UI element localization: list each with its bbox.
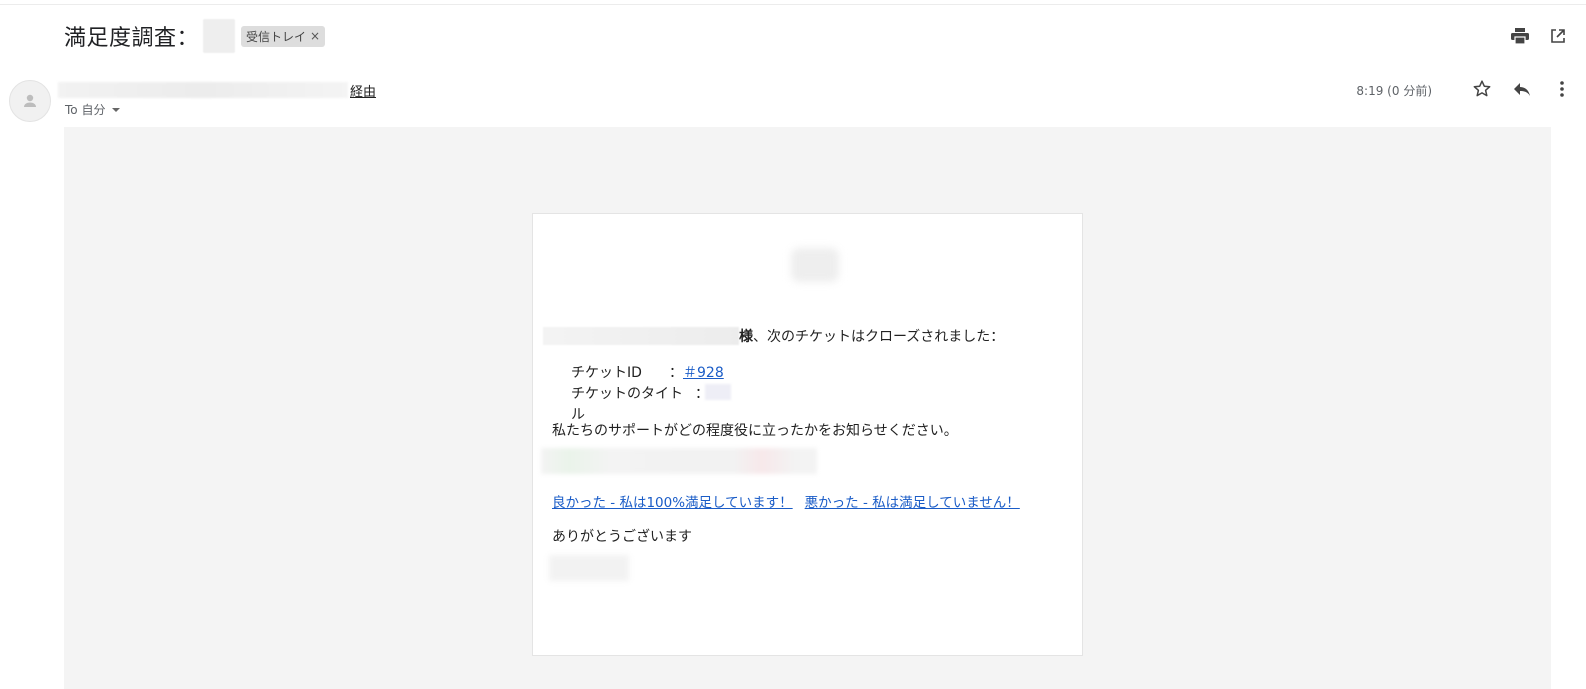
ticket-id-link[interactable]: ＃928	[683, 363, 724, 384]
ticket-id-row: チケットID ： ＃928	[571, 363, 731, 384]
message-actions	[1472, 79, 1572, 99]
print-icon[interactable]	[1510, 26, 1530, 46]
email-timestamp: 8:19 (0 分前)	[1356, 84, 1432, 98]
redacted-subject-text	[203, 19, 236, 53]
recipient-dropdown[interactable]: To 自分	[65, 101, 121, 118]
redacted-logo	[791, 248, 839, 282]
top-divider	[0, 4, 1586, 5]
top-toolbar	[1510, 26, 1568, 46]
greeting-line: 様 、次のチケットはクローズされました：	[543, 326, 1004, 346]
feedback-prompt: 私たちのサポートがどの程度役に立ったかをお知らせください。	[552, 423, 958, 439]
bad-feedback-link[interactable]: 悪かった - 私は満足していません！	[805, 491, 1020, 511]
sender-avatar[interactable]	[9, 80, 51, 122]
open-in-new-window-icon[interactable]	[1548, 26, 1568, 46]
chevron-down-icon	[112, 107, 121, 112]
label-chip-inbox[interactable]: 受信トレイ ×	[241, 25, 326, 47]
email-body: 様 、次のチケットはクローズされました： チケットID ： ＃928 チケットの…	[64, 127, 1551, 689]
label-chip-text: 受信トレイ	[246, 29, 307, 44]
star-icon[interactable]	[1472, 79, 1492, 99]
ticket-id-colon: ：	[669, 365, 683, 381]
redacted-customer-name	[543, 327, 739, 345]
feedback-links: 良かった - 私は100%満足しています！ 悪かった - 私は満足していません！	[552, 491, 1020, 511]
redacted-sender-name	[58, 82, 348, 98]
person-icon	[24, 94, 36, 107]
thanks-text: ありがとうございます	[552, 529, 692, 545]
reply-icon[interactable]	[1512, 79, 1532, 99]
greeting-honorific: 様	[739, 329, 753, 345]
via-link[interactable]: 経由	[350, 81, 376, 100]
remove-label-icon[interactable]: ×	[310, 29, 320, 43]
recipient-text: To 自分	[65, 103, 106, 117]
ticket-id-label: チケットID	[571, 365, 642, 381]
ticket-info: チケットID ： ＃928 チケットのタイトル ：	[571, 363, 731, 426]
greeting-text: 、次のチケットはクローズされました：	[753, 329, 1005, 345]
more-vert-icon[interactable]	[1552, 79, 1572, 99]
subject-row: 満足度調査： 受信トレイ ×	[64, 18, 326, 54]
rating-image	[541, 448, 817, 474]
redacted-ticket-title	[705, 384, 731, 400]
redacted-signature	[549, 555, 629, 581]
email-card: 様 、次のチケットはクローズされました： チケットID ： ＃928 チケットの…	[532, 213, 1083, 656]
good-feedback-link[interactable]: 良かった - 私は100%満足しています！	[552, 491, 793, 511]
email-subject: 満足度調査：	[64, 26, 200, 51]
